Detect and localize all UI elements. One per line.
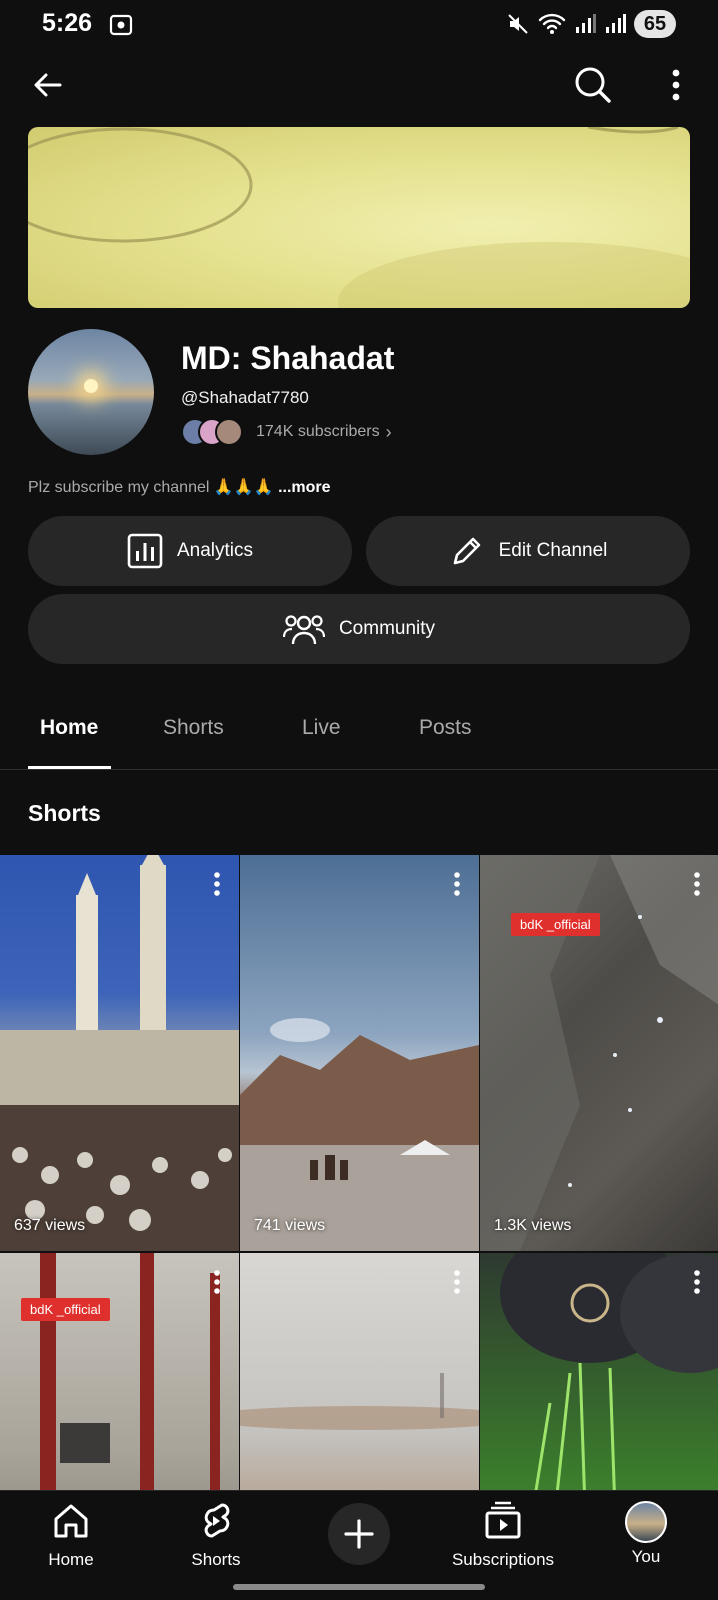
search-button[interactable] xyxy=(572,64,614,106)
channel-tabs: Home Shorts Live Posts xyxy=(0,690,718,770)
analytics-label: Analytics xyxy=(176,540,254,561)
search-icon xyxy=(575,67,611,103)
channel-name: MD: Shahadat xyxy=(181,340,395,376)
channel-avatar[interactable] xyxy=(28,329,154,455)
community-button[interactable]: Community xyxy=(28,594,690,664)
nav-you-label: You xyxy=(631,1547,661,1566)
tab-live[interactable]: Live xyxy=(302,716,341,740)
wifi-icon xyxy=(538,13,566,34)
short-tile[interactable]: 741 views xyxy=(240,855,479,1251)
nav-home-label: Home xyxy=(48,1550,94,1569)
create-button[interactable] xyxy=(328,1503,390,1565)
more-vert-icon[interactable] xyxy=(213,871,221,897)
nav-home[interactable]: Home xyxy=(6,1501,136,1570)
short-tile[interactable]: 637 views xyxy=(0,855,239,1251)
battery-indicator: 65 xyxy=(634,10,676,38)
view-count: 1.3K views xyxy=(494,1217,572,1234)
nav-you[interactable]: You xyxy=(581,1501,711,1567)
shorts-section-title: Shorts xyxy=(28,800,101,826)
more-vert-icon[interactable] xyxy=(213,1269,221,1295)
analytics-icon xyxy=(127,533,163,569)
edit-channel-label: Edit Channel xyxy=(498,540,608,561)
channel-description[interactable]: Plz subscribe my channel 🙏🙏🙏 ...more xyxy=(28,477,331,497)
nav-subscriptions-label: Subscriptions xyxy=(451,1550,555,1569)
screen-record-icon xyxy=(109,14,133,36)
short-tile[interactable]: bdK _official 1.3K views xyxy=(480,855,718,1251)
banner-image xyxy=(28,127,690,308)
channel-handle: @Shahadat7780 xyxy=(181,388,309,407)
description-text: Plz subscribe my channel 🙏🙏🙏 xyxy=(28,479,274,496)
status-bar: 5:26 65 xyxy=(0,0,718,48)
edit-channel-button[interactable]: Edit Channel xyxy=(366,516,690,586)
tab-posts[interactable]: Posts xyxy=(419,716,472,740)
watermark-badge: bdK _official xyxy=(21,1298,110,1321)
plus-icon xyxy=(344,1519,374,1549)
short-thumbnail xyxy=(240,1018,479,1251)
nav-shorts-label: Shorts xyxy=(191,1550,241,1569)
you-avatar xyxy=(625,1501,667,1543)
back-button[interactable] xyxy=(28,65,68,105)
community-label: Community xyxy=(338,618,436,639)
signal-icon-2 xyxy=(606,14,626,33)
status-icons: 65 xyxy=(506,10,676,38)
more-options-button[interactable] xyxy=(660,65,692,105)
more-vert-icon xyxy=(672,69,680,101)
watermark-badge: bdK _official xyxy=(511,913,600,936)
pencil-icon xyxy=(453,537,480,565)
nav-subscriptions[interactable]: Subscriptions xyxy=(438,1501,568,1570)
subscribers-row[interactable]: 174K subscribers › xyxy=(181,417,392,447)
channel-banner xyxy=(28,127,690,308)
analytics-button[interactable]: Analytics xyxy=(28,516,352,586)
more-vert-icon[interactable] xyxy=(693,871,701,897)
view-count: 741 views xyxy=(254,1217,326,1234)
tab-shorts[interactable]: Shorts xyxy=(163,716,224,740)
top-bar xyxy=(0,60,718,110)
more-vert-icon[interactable] xyxy=(693,1269,701,1295)
sunset-image xyxy=(84,379,98,393)
view-count: 637 views xyxy=(14,1217,86,1234)
more-vert-icon[interactable] xyxy=(453,871,461,897)
home-gesture-bar xyxy=(233,1584,485,1590)
mute-icon xyxy=(508,14,528,34)
status-time: 5:26 xyxy=(42,9,93,37)
nav-shorts[interactable]: Shorts xyxy=(151,1501,281,1570)
arrow-left-icon xyxy=(34,73,62,97)
subscriber-count: 174K subscribers xyxy=(256,423,380,440)
short-thumbnail xyxy=(0,855,239,1251)
chevron-right-icon: › xyxy=(385,421,392,442)
more-link[interactable]: ...more xyxy=(278,479,330,496)
subscriber-avatar xyxy=(215,418,243,446)
people-icon xyxy=(282,615,325,645)
signal-icon xyxy=(576,14,596,33)
active-tab-indicator xyxy=(28,766,111,769)
subscriptions-icon xyxy=(485,1501,521,1539)
more-vert-icon[interactable] xyxy=(453,1269,461,1295)
tab-home[interactable]: Home xyxy=(40,716,98,740)
home-icon xyxy=(54,1504,88,1538)
shorts-icon xyxy=(204,1503,230,1538)
